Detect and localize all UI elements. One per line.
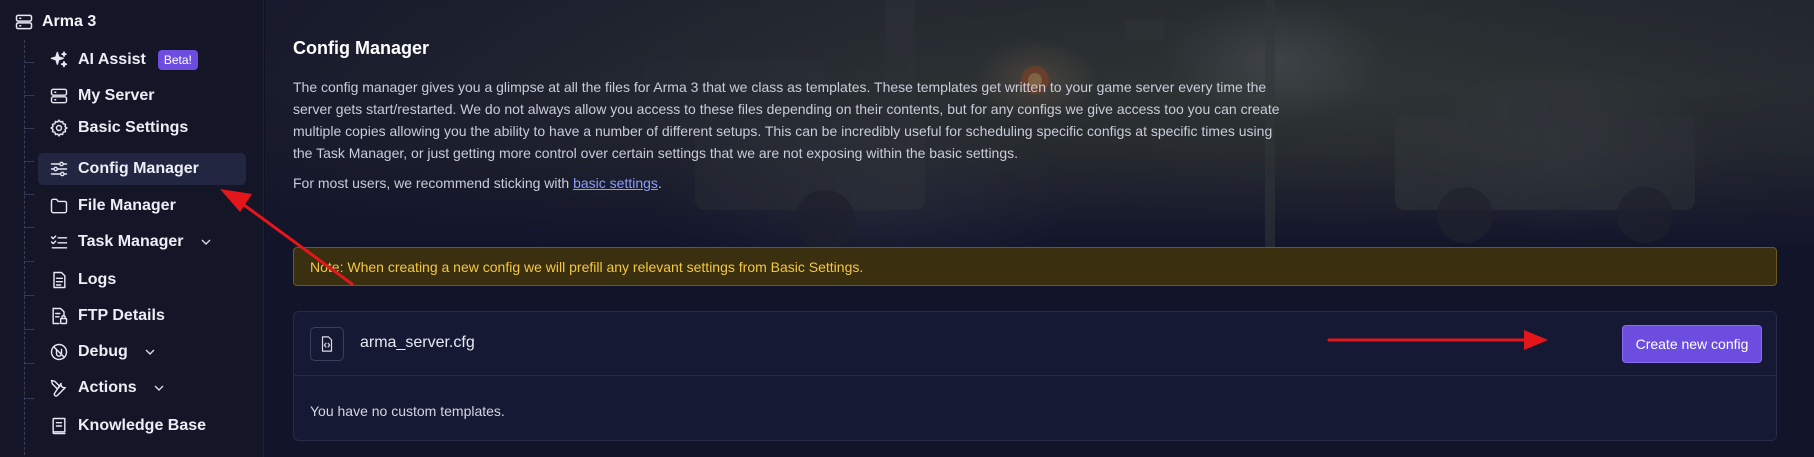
sparkles-icon: [48, 49, 70, 71]
tools-icon: [48, 377, 70, 399]
sidebar-item-label: AI Assist: [78, 51, 146, 68]
sidebar-item-label: FTP Details: [78, 307, 165, 324]
sidebar-item-label: Debug: [78, 343, 128, 360]
sidebar-item-label: Basic Settings: [78, 119, 189, 136]
sidebar-item-knowledge-base[interactable]: Knowledge Base: [38, 410, 246, 442]
config-templates-card: arma_server.cfg Create new config You ha…: [293, 311, 1777, 441]
prefill-note-banner: Note: When creating a new config we will…: [293, 247, 1777, 286]
nav-tick: [24, 128, 34, 129]
server-stack-icon: [14, 12, 34, 32]
nav-tree-line: [24, 40, 25, 457]
basic-settings-link[interactable]: basic settings: [573, 175, 658, 191]
sidebar-item-label: My Server: [78, 87, 155, 104]
server-icon: [48, 85, 70, 107]
create-new-config-button[interactable]: Create new config: [1622, 325, 1762, 363]
sidebar-item-my-server[interactable]: My Server: [38, 80, 246, 112]
page-title: Config Manager: [293, 38, 430, 58]
sidebar-item-label: Logs: [78, 271, 117, 288]
sidebar-item-debug[interactable]: Debug: [38, 336, 246, 368]
recommendation-text: For most users, we recommend sticking wi…: [293, 175, 662, 191]
chevron-down-icon[interactable]: [198, 234, 214, 250]
nav-tick: [24, 363, 34, 364]
file-lock-icon: [48, 305, 70, 327]
book-icon: [48, 415, 70, 437]
nav-tick: [24, 95, 34, 96]
sidebar-item-label: File Manager: [78, 197, 176, 214]
nav-tick: [24, 194, 34, 195]
sidebar-item-actions[interactable]: Actions: [38, 372, 246, 404]
checklist-icon: [48, 231, 70, 253]
main-content: Config Manager The config manager gives …: [265, 0, 1814, 457]
sidebar-item-label: Task Manager: [78, 233, 184, 250]
chevron-down-icon[interactable]: [151, 380, 167, 396]
no-templates-message: You have no custom templates.: [310, 403, 505, 419]
chevron-down-icon[interactable]: [142, 344, 158, 360]
nav-tick: [24, 62, 34, 63]
sidebar-item-ai-assist[interactable]: AI Assist Beta!: [38, 44, 246, 76]
bug-off-icon: [48, 341, 70, 363]
nav-tick: [24, 329, 34, 330]
code-file-icon: [310, 327, 344, 361]
page-description: The config manager gives you a glimpse a…: [293, 79, 1280, 161]
sliders-icon: [48, 158, 70, 180]
nav-tick: [24, 398, 34, 399]
nav-tick: [24, 161, 34, 162]
sidebar: Arma 3 AI Assist Beta! My Server Basic S…: [0, 0, 264, 457]
game-title[interactable]: Arma 3: [14, 10, 96, 34]
sidebar-item-label: Config Manager: [78, 160, 199, 177]
sidebar-item-label: Actions: [78, 379, 137, 396]
config-file-name[interactable]: arma_server.cfg: [360, 334, 475, 352]
sidebar-item-label: Knowledge Base: [78, 417, 207, 434]
document-icon: [48, 269, 70, 291]
sidebar-item-logs[interactable]: Logs: [38, 264, 246, 296]
nav-tick: [24, 227, 34, 228]
beta-badge: Beta!: [157, 50, 198, 70]
config-file-row: arma_server.cfg Create new config: [294, 312, 1776, 376]
sidebar-item-ftp-details[interactable]: FTP Details: [38, 300, 246, 332]
sidebar-item-file-manager[interactable]: File Manager: [38, 190, 246, 222]
sidebar-item-basic-settings[interactable]: Basic Settings: [38, 112, 246, 144]
recommendation-suffix: .: [657, 175, 662, 191]
gear-icon: [48, 117, 70, 139]
recommendation-prefix: For most users, we recommend sticking wi…: [293, 175, 574, 191]
game-title-label: Arma 3: [42, 13, 97, 30]
nav-tick: [24, 261, 34, 262]
sidebar-item-task-manager[interactable]: Task Manager: [38, 226, 246, 258]
folder-icon: [48, 195, 70, 217]
sidebar-item-config-manager[interactable]: Config Manager: [38, 153, 246, 185]
nav-tick: [24, 295, 34, 296]
